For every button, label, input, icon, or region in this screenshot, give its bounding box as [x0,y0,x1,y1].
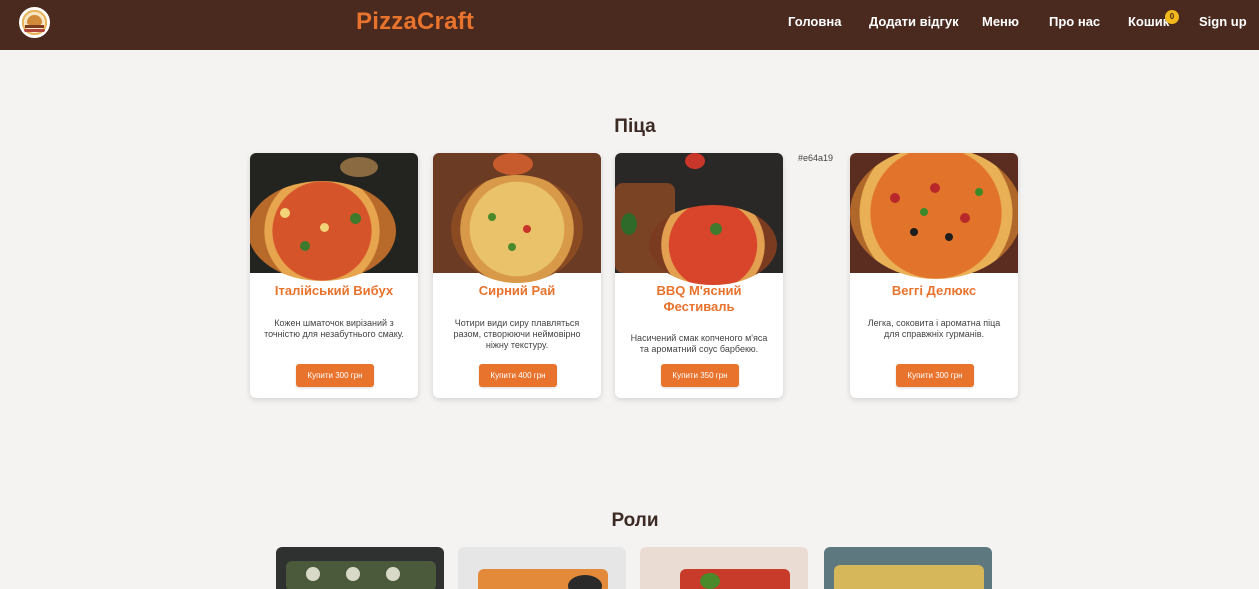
product-card: Італійський Вибух Кожен шматочок вирізан… [250,153,418,398]
roll-image [640,547,808,589]
nav-add-review[interactable]: Додати відгук [869,14,959,29]
section-title-pizza: Піца [614,116,656,137]
product-card: Веггі Делюкс Легка, соковита і ароматна … [850,153,1018,398]
pizza-image [250,153,418,281]
section-title-rolls: Роли [611,510,659,531]
brand-title[interactable]: PizzaCraft [356,8,474,36]
product-card: BBQ М'ясний Фестиваль Насичений смак коп… [615,153,783,398]
roll-image [458,547,626,589]
roll-image [276,547,444,589]
buy-button[interactable]: Купити 400 грн [479,364,557,387]
top-navbar: PizzaCraft Головна Додати відгук Меню Пр… [0,0,1259,50]
pizza-image [850,153,1018,279]
pizza-image [615,153,783,285]
nav-home[interactable]: Головна [788,14,841,29]
product-name: Італійський Вибух [274,283,394,298]
product-name: Сирний Рай [478,283,556,298]
buy-button[interactable]: Купити 300 грн [296,364,374,387]
nav-cart[interactable]: Кошик [1128,14,1169,29]
roll-image [824,547,992,589]
buy-button[interactable]: Купити 350 грн [661,364,739,387]
product-name: BBQ М'ясний Фестиваль [656,283,742,314]
nav-sign-up[interactable]: Sign up [1199,14,1247,29]
product-description: Насичений смак копченого м'яса та аромат… [630,333,768,354]
product-name: Веггі Делюкс [891,283,977,298]
product-description: Легка, соковита і ароматна піца для спра… [867,318,1001,339]
nav-menu[interactable]: Меню [982,14,1019,29]
product-description: Кожен шматочок вирізаний з точністю для … [264,318,404,339]
buy-button[interactable]: Купити 300 грн [896,364,974,387]
color-note: #e64a19 [798,153,834,163]
pizza-image [433,153,601,283]
product-description: Чотири види сиру плавляться разом, створ… [453,318,581,350]
cart-count-badge: 0 [1165,10,1179,24]
pizzacraft-logo-icon[interactable] [19,7,50,38]
nav-about[interactable]: Про нас [1049,14,1100,29]
product-card: Сирний Рай Чотири види сиру плавляться р… [433,153,601,398]
